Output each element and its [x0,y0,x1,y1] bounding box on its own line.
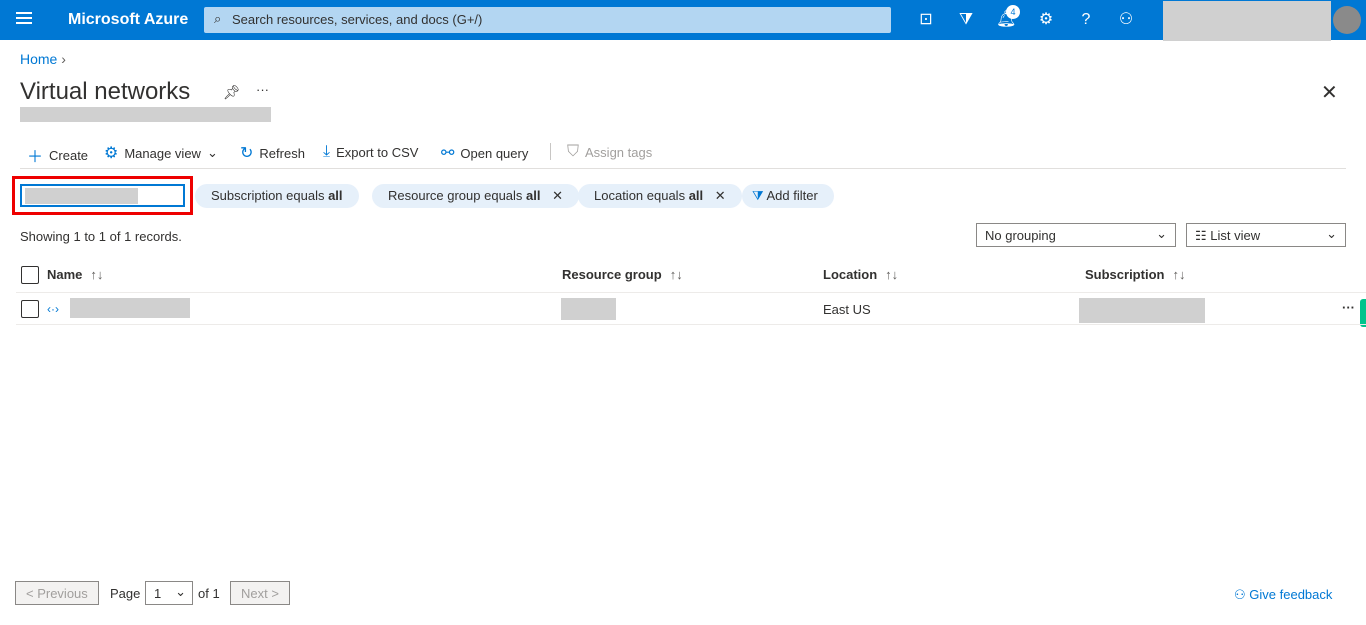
assign-tags-label: Assign tags [585,144,653,160]
add-filter-button[interactable]: ⧩ Add filter [742,184,834,208]
divider [20,168,1346,169]
search-icon: ⌕ [214,11,222,26]
download-icon: ⤓ [323,143,331,160]
gear-icon[interactable]: ⚙ [1036,10,1056,30]
refresh-label: Refresh [259,145,305,161]
query-icon: ⚯ [441,145,455,162]
filter-label: Location equals [594,188,689,203]
page-select[interactable]: 1 ⌄ [145,581,193,605]
column-label: Subscription [1085,267,1165,282]
close-icon[interactable]: ✕ [715,188,726,203]
give-feedback-link[interactable]: ⚇ Give feedback [1234,587,1332,603]
open-query-button[interactable]: ⚯ Open query [441,143,528,163]
search-placeholder: Search resources, services, and docs (G+… [232,12,483,27]
feedback-icon[interactable]: ⚇ [1116,10,1136,30]
divider [16,324,1366,325]
filter-value: all [688,188,704,203]
divider [16,292,1366,293]
add-filter-icon: ⧩ [752,188,764,203]
column-header-location[interactable]: Location ↑↓ [823,267,898,282]
previous-button[interactable]: < Previous [15,581,99,605]
close-icon[interactable]: ✕ [1321,80,1338,105]
cloud-shell-icon[interactable]: ⊡ [916,10,936,30]
side-handle[interactable] [1360,299,1366,327]
column-label: Name [47,267,83,282]
page-label: Page [110,586,141,601]
brand[interactable]: Microsoft Azure [68,11,188,29]
view-select[interactable]: ☷ List view ⌄ [1186,223,1346,247]
pin-icon[interactable]: 📌︎ [223,84,241,101]
breadcrumb-home[interactable]: Home [20,51,57,67]
subtitle-redacted [20,107,271,122]
filter-subscription[interactable]: Subscription equals all [195,184,359,208]
column-label: Resource group [562,267,662,282]
column-header-subscription[interactable]: Subscription ↑↓ [1085,267,1185,282]
add-filter-label: Add filter [766,188,818,203]
filter-label: Subscription equals [211,188,329,203]
filter-resource-group[interactable]: Resource group equals all ✕ [372,184,580,208]
open-query-label: Open query [460,145,529,161]
sort-icon[interactable]: ↑↓ [670,267,683,282]
divider [550,143,551,160]
virtual-network-icon: ‹·› [47,302,59,316]
create-button[interactable]: ＋ Create [27,143,88,167]
help-icon[interactable]: ? [1076,10,1096,30]
name-redacted[interactable] [70,298,190,318]
more-icon[interactable]: ··· [256,82,269,97]
export-csv-button[interactable]: ⤓ Export to CSV [323,143,418,161]
grouping-value: No grouping [985,228,1056,243]
feedback-icon: ⚇ [1234,587,1246,602]
breadcrumb[interactable]: Home › [20,51,66,67]
grouping-select[interactable]: No grouping ⌄ [976,223,1176,247]
filter-label: Resource group equals [388,188,527,203]
sort-icon[interactable]: ↑↓ [90,267,103,282]
feedback-label: Give feedback [1249,587,1333,602]
sort-icon[interactable]: ↑↓ [1172,267,1185,282]
list-icon: ☷ [1195,228,1207,243]
menu-icon[interactable] [16,12,32,26]
chevron-down-icon: ⌄ [1156,226,1167,241]
refresh-icon: ↻ [240,145,254,162]
resource-group-redacted[interactable] [561,298,616,320]
chevron-down-icon: ⌄ [206,145,218,160]
filter-value: all [526,188,541,203]
account-name-redacted[interactable] [1163,1,1331,41]
page-total: of 1 [198,586,220,601]
create-label: Create [49,147,89,163]
select-all-checkbox[interactable] [21,266,39,284]
records-count: Showing 1 to 1 of 1 records. [20,229,182,244]
location-cell: East US [823,302,871,317]
export-label: Export to CSV [336,144,419,160]
view-value: List view [1210,228,1261,243]
plus-icon: ＋ [27,149,44,166]
top-bar: Microsoft Azure ⌕ Search resources, servi… [0,0,1366,41]
page-title: Virtual networks [20,78,191,105]
refresh-button[interactable]: ↻ Refresh [240,143,305,163]
notification-badge: 4 [1006,5,1020,19]
column-header-resource-group[interactable]: Resource group ↑↓ [562,267,683,282]
gear-icon: ⚙ [104,145,119,162]
row-checkbox[interactable] [21,300,39,318]
avatar[interactable] [1333,6,1361,34]
manage-view-label: Manage view [124,145,201,161]
filter-input[interactable] [20,184,185,207]
filter-location[interactable]: Location equals all ✕ [578,184,742,208]
chevron-down-icon: ⌄ [175,584,186,599]
close-icon[interactable]: ✕ [552,188,563,203]
search-input[interactable]: ⌕ Search resources, services, and docs (G… [204,7,891,33]
filter-input-highlight[interactable] [12,176,193,215]
directory-filter-icon[interactable]: ⧩ [956,10,976,30]
subscription-redacted[interactable] [1079,298,1205,323]
filter-value: all [328,188,343,203]
next-button[interactable]: Next > [230,581,290,605]
page-value: 1 [154,586,162,601]
more-icon[interactable]: ··· [1342,300,1355,315]
column-label: Location [823,267,878,282]
manage-view-button[interactable]: ⚙ Manage view ⌄ [104,143,218,163]
sort-icon[interactable]: ↑↓ [885,267,898,282]
chevron-down-icon: ⌄ [1326,226,1337,241]
column-header-name[interactable]: Name ↑↓ [47,267,103,282]
tag-icon: ⛉ [567,143,580,160]
assign-tags-button[interactable]: ⛉ Assign tags [567,143,652,161]
